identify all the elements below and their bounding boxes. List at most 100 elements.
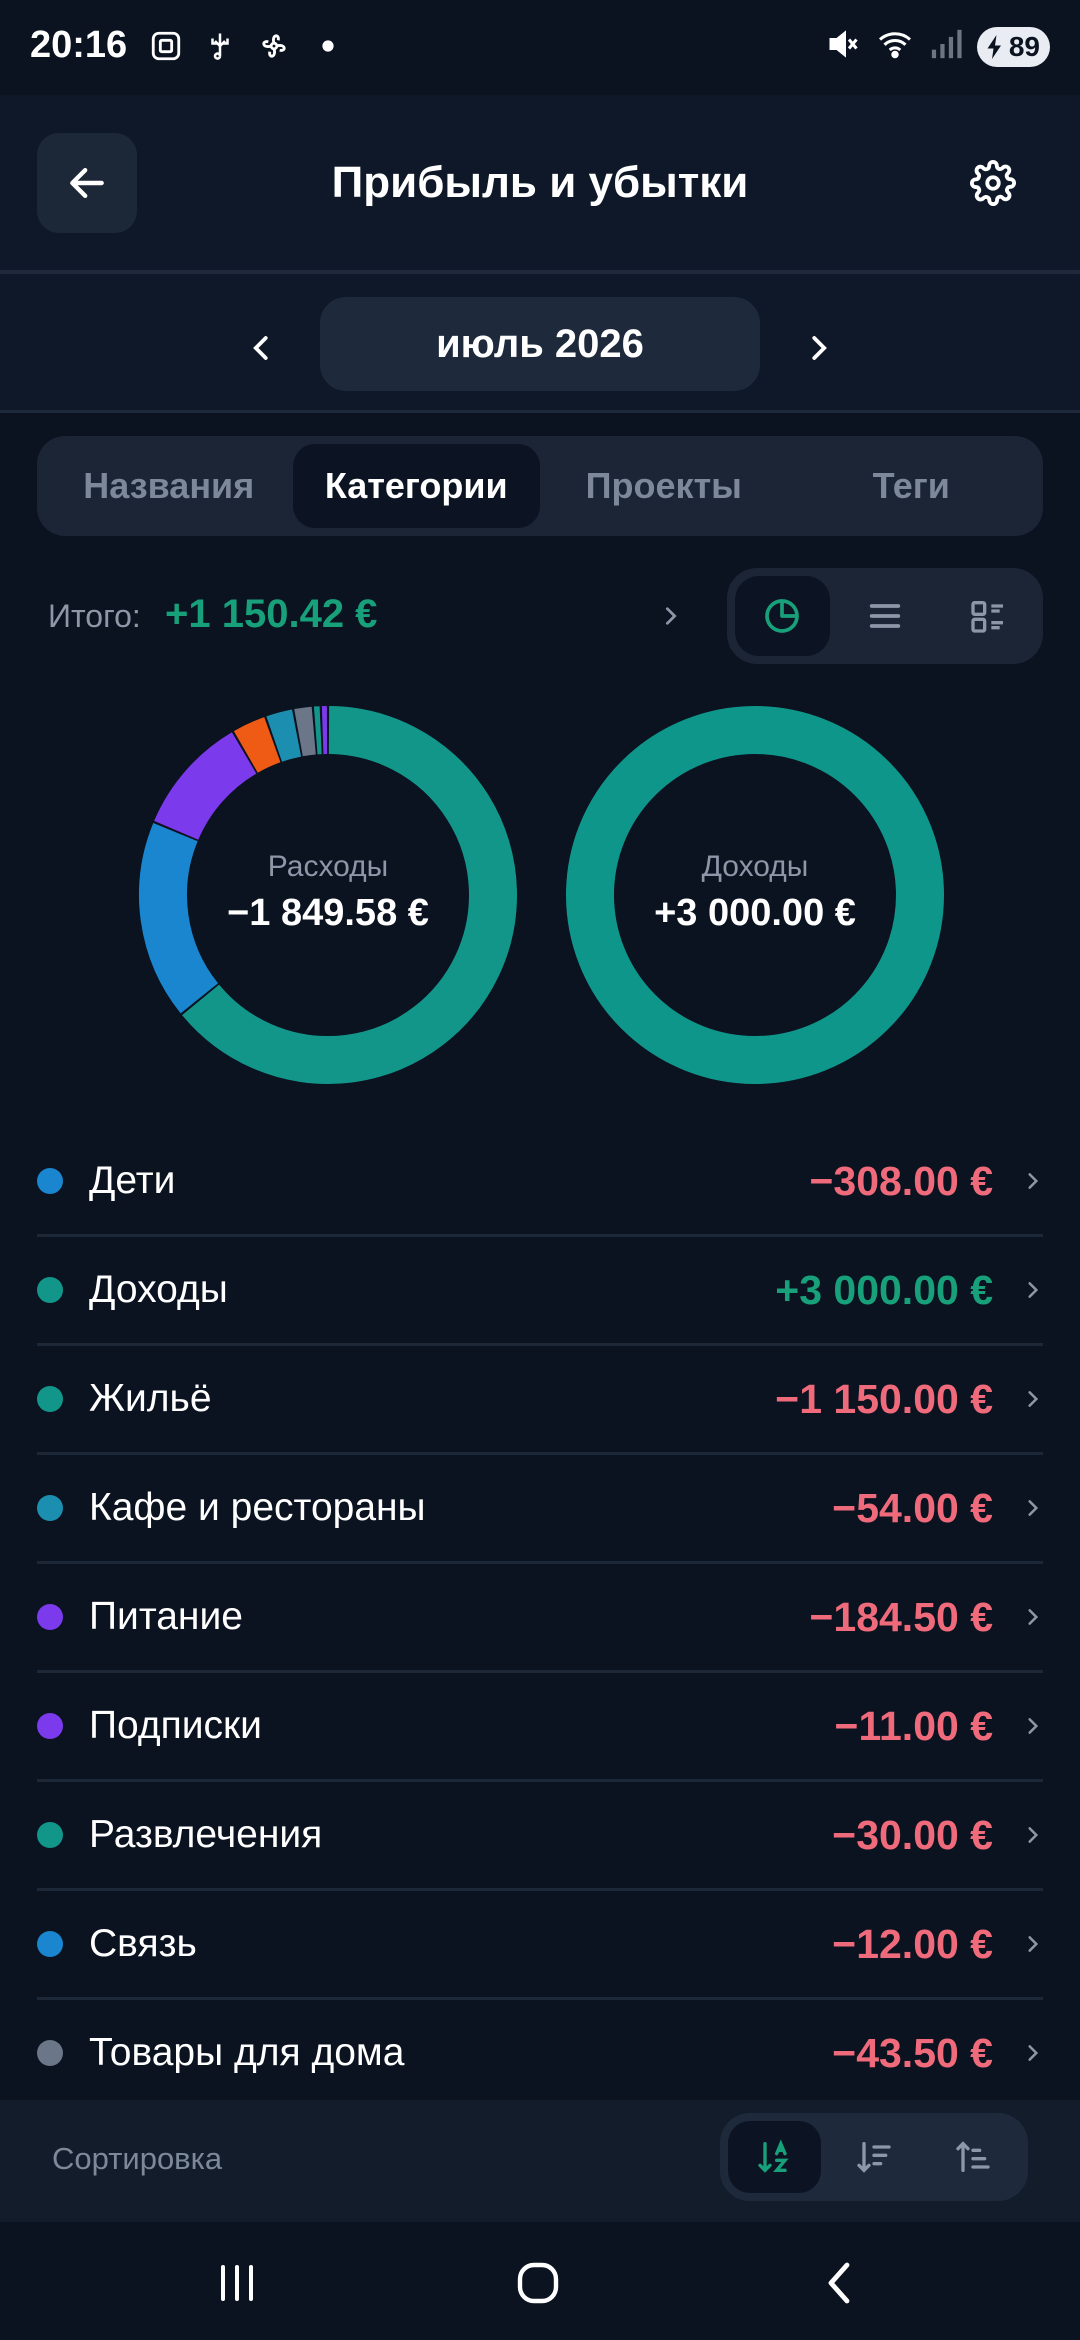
category-amount: +3 000.00 € xyxy=(775,1266,993,1313)
category-amount: −54.00 € xyxy=(832,1484,993,1531)
sort-asc-icon xyxy=(956,2141,990,2172)
grid-list-icon xyxy=(971,601,1003,633)
battery-icon: 89 xyxy=(976,26,1050,67)
sort-desc-button[interactable] xyxy=(827,2121,920,2193)
category-row[interactable]: Кафе и рестораны −54.00 € xyxy=(37,1455,1043,1564)
category-amount: −1 150.00 € xyxy=(775,1375,993,1422)
category-row[interactable]: Подписки −11.00 € xyxy=(37,1673,1043,1782)
fan-icon xyxy=(256,28,292,64)
recent-apps-button[interactable] xyxy=(192,2248,282,2318)
category-color-dot xyxy=(37,1495,63,1521)
category-color-dot xyxy=(37,1386,63,1412)
sort-asc-button[interactable] xyxy=(927,2121,1020,2193)
category-amount: −30.00 € xyxy=(832,1811,993,1858)
category-name: Подписки xyxy=(89,1704,262,1747)
prev-month-button[interactable] xyxy=(232,318,292,378)
recent-apps-icon xyxy=(221,2265,253,2301)
category-name: Жильё xyxy=(89,1377,212,1420)
chevron-left-icon xyxy=(253,336,268,360)
chevron-right-icon xyxy=(1021,1493,1043,1523)
home-icon xyxy=(517,2262,559,2304)
sort-alpha-button[interactable] xyxy=(728,2121,822,2193)
category-color-dot xyxy=(37,1604,63,1630)
view-pie-button[interactable] xyxy=(735,576,830,656)
tab-names[interactable]: Названия xyxy=(45,444,293,528)
category-row[interactable]: Дети −308.00 € xyxy=(37,1128,1043,1237)
expenses-chart-label: Расходы xyxy=(267,850,389,883)
month-pill[interactable]: июль 2026 xyxy=(320,297,760,391)
category-name: Дети xyxy=(89,1159,176,1202)
sort-desc-icon xyxy=(857,2142,891,2173)
view-mode-toggle xyxy=(727,568,1043,664)
screenshot-icon xyxy=(148,28,184,64)
view-grid-button[interactable] xyxy=(940,576,1035,656)
system-back-button[interactable] xyxy=(796,2248,886,2318)
category-row[interactable]: Развлечения −30.00 € xyxy=(37,1782,1043,1891)
chevron-right-icon xyxy=(1021,2038,1043,2068)
donut-slice[interactable] xyxy=(266,709,302,762)
category-row[interactable]: Товары для дома −43.50 € xyxy=(37,2000,1043,2109)
gear-icon xyxy=(970,160,1016,206)
sort-options xyxy=(720,2113,1028,2201)
status-right-icons: 89 xyxy=(825,26,1050,67)
mute-icon xyxy=(825,26,861,67)
category-name: Питание xyxy=(89,1595,243,1638)
settings-button[interactable] xyxy=(960,150,1026,216)
back-icon xyxy=(828,2262,850,2304)
category-color-dot xyxy=(37,1931,63,1957)
category-color-dot xyxy=(37,2040,63,2066)
chevron-right-icon xyxy=(1021,1602,1043,1632)
category-color-dot xyxy=(37,1713,63,1739)
next-month-button[interactable] xyxy=(788,318,848,378)
total-value[interactable]: +1 150.42 € xyxy=(165,592,377,637)
chevron-right-icon xyxy=(1021,1384,1043,1414)
category-name: Связь xyxy=(89,1922,197,1965)
category-row[interactable]: Питание −184.50 € xyxy=(37,1564,1043,1673)
sort-alpha-icon xyxy=(757,2139,789,2173)
list-icon xyxy=(869,604,901,628)
grouping-tabs: Названия Категории Проекты Теги xyxy=(37,436,1043,536)
chevron-right-icon xyxy=(1021,1275,1043,1305)
signal-icon xyxy=(929,27,963,66)
category-amount: −184.50 € xyxy=(809,1593,993,1640)
pie-chart-icon xyxy=(765,599,800,633)
chevron-right-icon[interactable] xyxy=(660,596,690,636)
category-color-dot xyxy=(37,1277,63,1303)
category-name: Кафе и рестораны xyxy=(89,1486,426,1529)
donut-slice[interactable] xyxy=(154,732,257,841)
category-name: Товары для дома xyxy=(89,2031,405,2074)
usb-icon xyxy=(202,28,238,64)
category-row[interactable]: Жильё −1 150.00 € xyxy=(37,1346,1043,1455)
chevron-right-icon xyxy=(1021,1711,1043,1741)
category-row[interactable]: Связь −12.00 € xyxy=(37,1891,1043,2000)
category-color-dot xyxy=(37,1822,63,1848)
tab-categories[interactable]: Категории xyxy=(292,444,540,528)
view-list-button[interactable] xyxy=(838,576,933,656)
total-label: Итого: xyxy=(48,598,141,634)
category-row[interactable]: Доходы +3 000.00 € xyxy=(37,1237,1043,1346)
income-chart-value: +3 000.00 € xyxy=(654,892,856,934)
home-button[interactable] xyxy=(493,2248,583,2318)
sort-label: Сортировка xyxy=(52,2141,223,2176)
income-chart-label: Доходы xyxy=(701,850,809,883)
tab-tags[interactable]: Теги xyxy=(788,444,1036,528)
category-name: Доходы xyxy=(89,1268,228,1311)
category-list: Дети −308.00 € Доходы +3 000.00 € Жильё −1 15… xyxy=(0,1128,1080,2109)
chevron-right-icon xyxy=(1021,1166,1043,1196)
page-title: Прибыль и убытки xyxy=(331,158,749,207)
category-amount: −11.00 € xyxy=(834,1702,993,1749)
category-color-dot xyxy=(37,1168,63,1194)
donut-slice[interactable] xyxy=(233,717,281,773)
category-amount: −43.50 € xyxy=(832,2029,993,2076)
chevron-right-icon xyxy=(812,336,827,360)
tab-projects[interactable]: Проекты xyxy=(540,444,788,528)
status-time: 20:16 xyxy=(30,24,128,66)
wifi-icon xyxy=(875,26,915,67)
donut-slice[interactable] xyxy=(294,706,317,757)
chevron-right-icon xyxy=(1021,1820,1043,1850)
battery-level: 89 xyxy=(1008,30,1040,62)
category-amount: −308.00 € xyxy=(809,1157,993,1204)
dot-icon xyxy=(310,28,346,64)
divider xyxy=(0,410,1080,413)
category-name: Развлечения xyxy=(89,1813,323,1856)
